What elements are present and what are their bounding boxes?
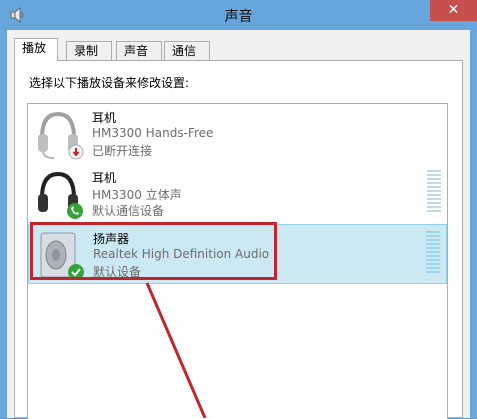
tab-sounds[interactable]: 声音 [116, 41, 162, 60]
tab-playback[interactable]: 播放 [14, 38, 58, 61]
device-item-headphones-stereo[interactable]: 耳机 HM3300 立体声 默认通信设备 [28, 164, 447, 224]
device-status: 已断开连接 [92, 144, 153, 158]
instruction-label: 选择以下播放设备来修改设置: [29, 76, 190, 90]
tab-communications[interactable]: 通信 [164, 41, 210, 60]
tab-recording[interactable]: 录制 [66, 41, 112, 60]
close-icon: ✕ [447, 2, 460, 18]
device-name: 耳机 [92, 111, 117, 125]
close-button[interactable]: ✕ [430, 0, 477, 21]
volume-meter [427, 170, 441, 216]
volume-meter [426, 231, 440, 277]
disconnected-badge-icon [68, 144, 84, 160]
device-item-headphones-handsfree[interactable]: 耳机 HM3300 Hands-Free 已断开连接 [28, 104, 447, 164]
sound-dialog: 声音 ✕ 播放 录制 声音 通信 选择以下播放设备来修改设置: 耳机 HM330… [0, 0, 477, 419]
device-status: 默认通信设备 [92, 204, 165, 218]
title-bar[interactable]: 声音 ✕ [0, 0, 477, 30]
annotation-highlight-box [30, 222, 277, 280]
device-description: HM3300 立体声 [92, 188, 182, 202]
phone-badge-icon [67, 203, 83, 219]
window-title: 声音 [224, 9, 253, 25]
device-description: HM3300 Hands-Free [92, 126, 214, 140]
device-name: 耳机 [92, 171, 117, 185]
